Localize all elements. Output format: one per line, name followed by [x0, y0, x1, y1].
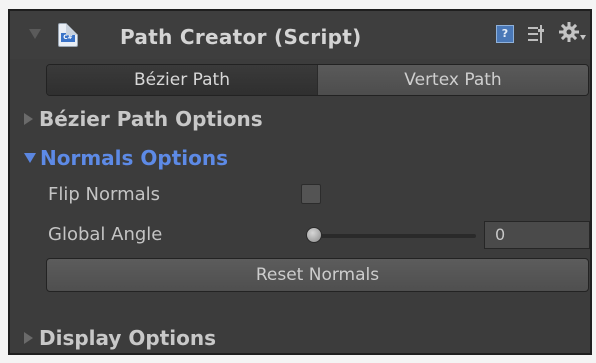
display-options-label: Display Options	[39, 326, 217, 350]
display-options-foldout[interactable]: Display Options	[24, 326, 216, 350]
bezier-path-options-label: Bézier Path Options	[39, 107, 263, 131]
help-book-icon[interactable]: ?	[496, 25, 514, 43]
global-angle-slider-thumb[interactable]	[306, 227, 322, 243]
component-header[interactable]: C# Path Creator (Script) ?	[10, 11, 590, 59]
bezier-path-button[interactable]: Bézier Path	[47, 65, 318, 95]
fold-open-icon	[24, 153, 36, 163]
preset-icon[interactable]	[526, 23, 546, 45]
path-type-toggle: Bézier Path Vertex Path	[46, 64, 589, 96]
flip-normals-checkbox[interactable]	[301, 184, 321, 204]
inspector-panel: C# Path Creator (Script) ? Bézier Path V…	[8, 9, 592, 355]
reset-normals-button[interactable]: Reset Normals	[46, 258, 589, 292]
component-title: Path Creator (Script)	[120, 25, 362, 49]
global-angle-field[interactable]: 0	[484, 221, 590, 249]
script-icon-label: C#	[61, 33, 75, 42]
normals-options-foldout[interactable]: Normals Options	[24, 146, 228, 170]
vertex-path-button[interactable]: Vertex Path	[318, 65, 588, 95]
gear-icon[interactable]	[558, 21, 588, 47]
flip-normals-label: Flip Normals	[48, 184, 161, 205]
fold-closed-icon	[24, 332, 33, 344]
bezier-path-options-foldout[interactable]: Bézier Path Options	[24, 107, 263, 131]
fold-arrow-icon[interactable]	[29, 29, 41, 39]
global-angle-slider-track[interactable]	[306, 234, 476, 238]
fold-closed-icon	[24, 113, 33, 125]
normals-options-label: Normals Options	[40, 146, 229, 170]
global-angle-label: Global Angle	[48, 224, 163, 245]
csharp-script-icon: C#	[58, 23, 78, 47]
